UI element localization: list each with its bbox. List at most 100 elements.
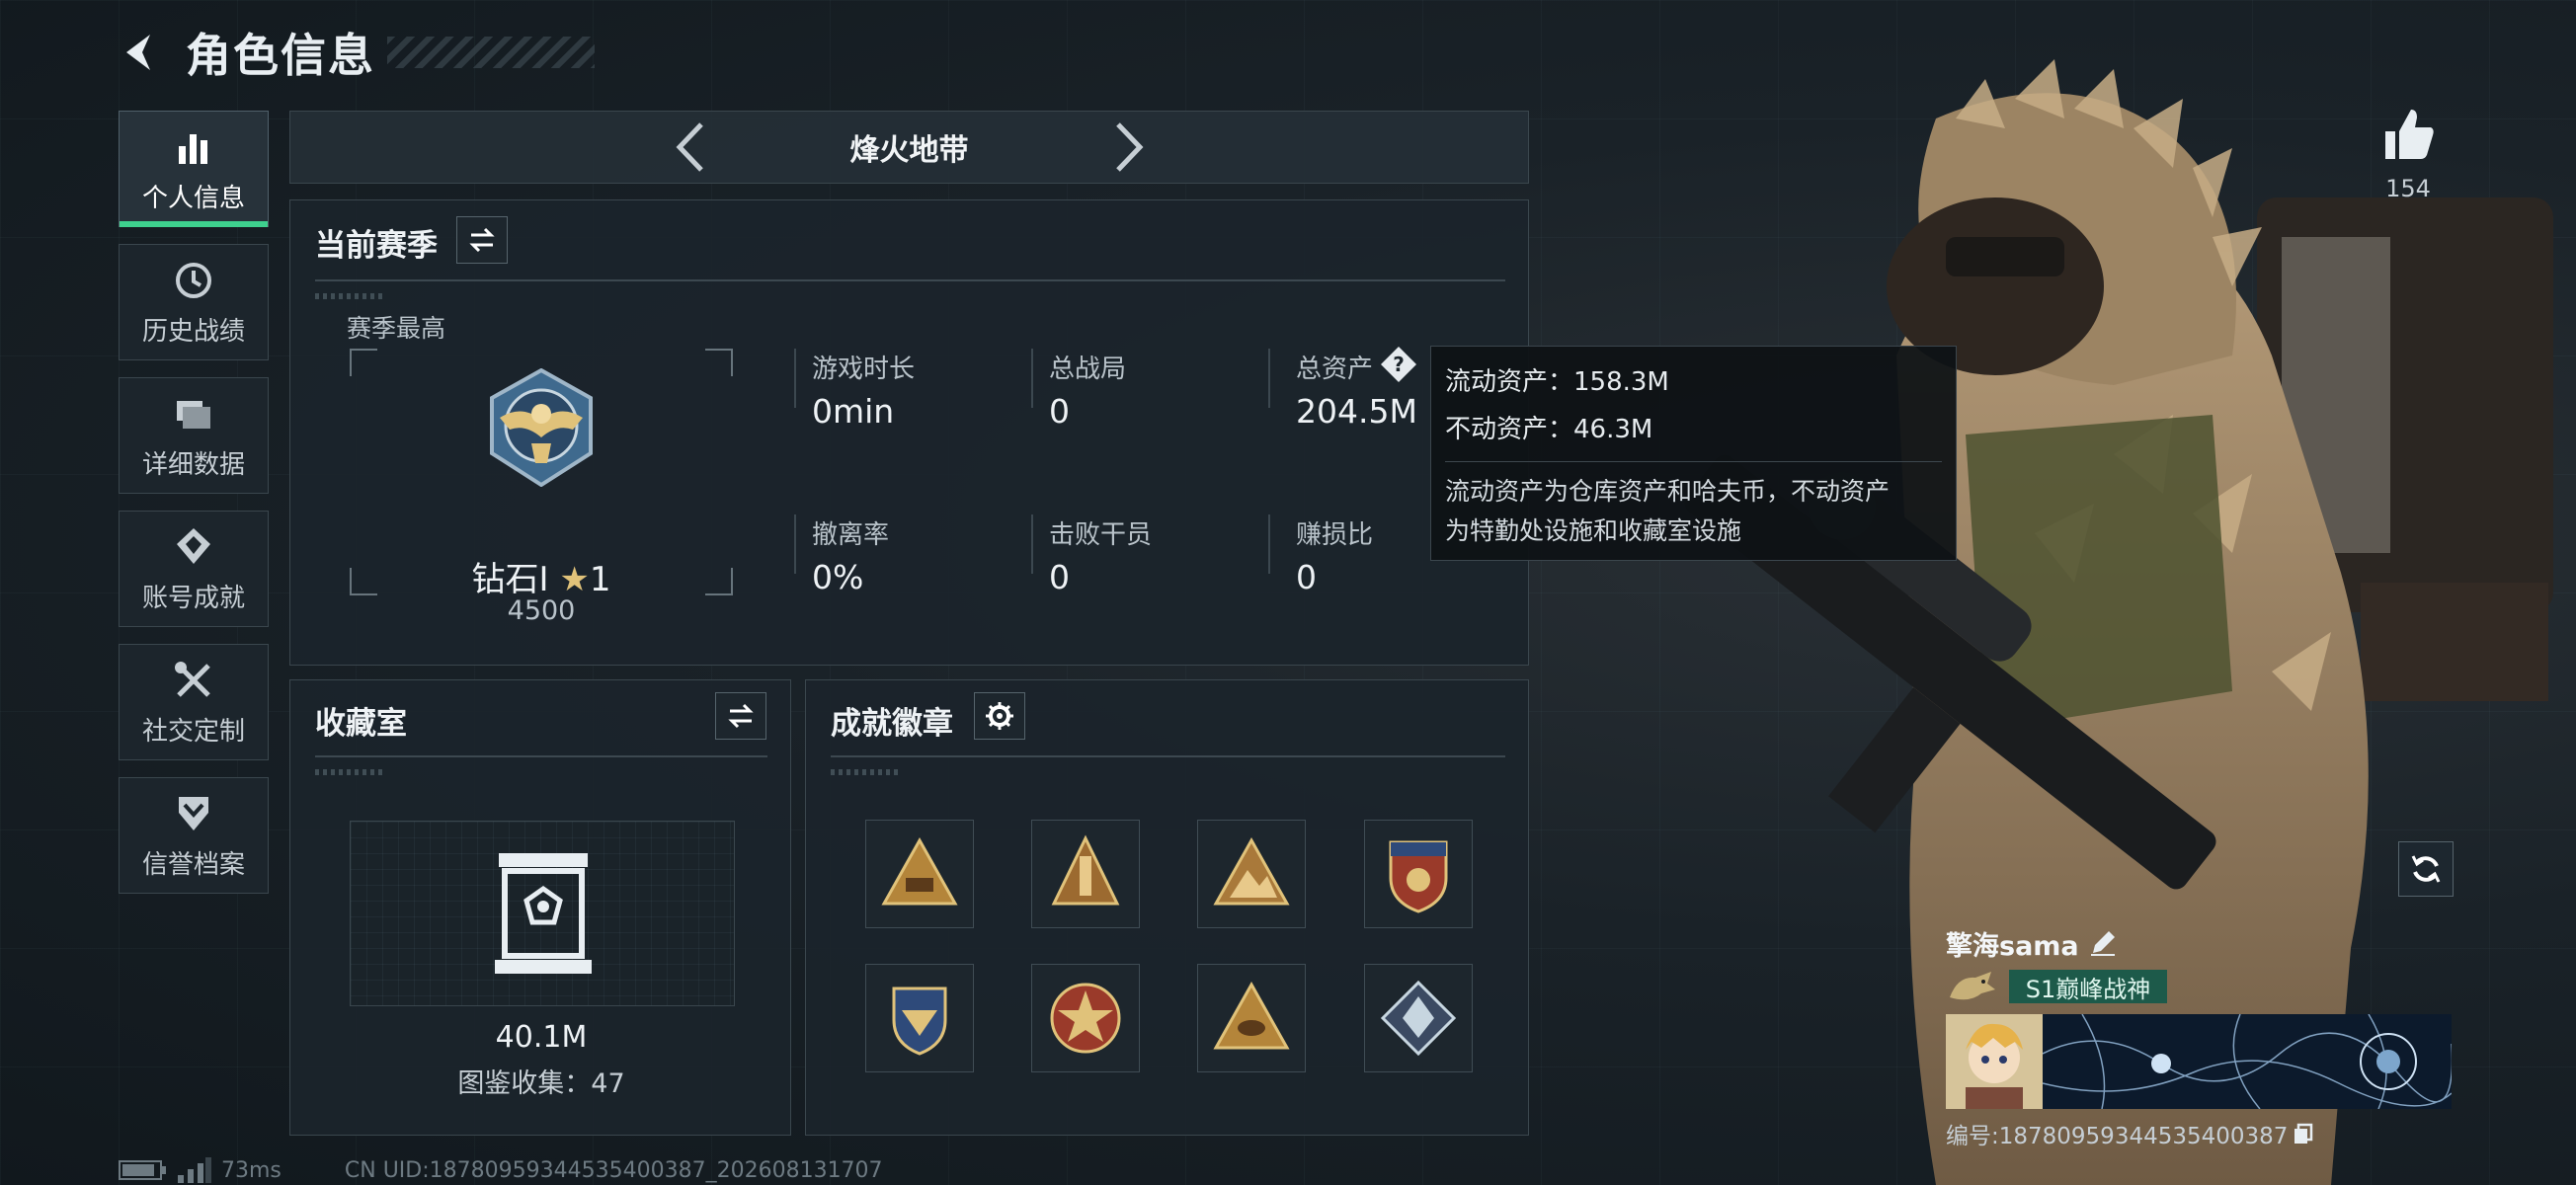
rank-name-row: 钻石I ★1	[350, 552, 733, 600]
assets-tooltip: 流动资产：158.3M 不动资产：46.3M 流动资产为仓库资产和哈夫币，不动资…	[1430, 346, 1957, 561]
season-title: 当前赛季	[315, 228, 438, 264]
bar-chart-icon	[179, 133, 207, 164]
tooltip-description-line1: 流动资产为仓库资产和哈夫币，不动资产	[1445, 477, 1891, 506]
badge-6[interactable]	[1031, 964, 1140, 1072]
stat-label-playtime: 游戏时长	[812, 355, 916, 384]
refresh-character-button[interactable]	[2398, 841, 2454, 897]
tower-badge-icon	[1051, 834, 1120, 906]
edit-pencil-icon[interactable]	[2089, 929, 2117, 957]
badge-4[interactable]	[1364, 820, 1473, 928]
sidebar: 个人信息 历史战绩 详细数据 账号成就 社交定制 信誉档案	[119, 111, 269, 910]
badge-5[interactable]	[865, 964, 974, 1072]
divider	[831, 755, 1505, 757]
tools-icon	[175, 661, 210, 697]
refresh-icon	[2411, 855, 2441, 883]
pyramid-badge-icon	[881, 836, 958, 906]
sidebar-item-detailed-data[interactable]: 详细数据	[119, 377, 269, 494]
tooltip-liquid-assets: 流动资产：158.3M	[1445, 367, 1669, 397]
folder-stack-icon	[177, 400, 210, 429]
shield-chevron-icon	[179, 796, 208, 830]
footer-uid: CN UID:18780959344535400387_202608131707	[344, 1157, 883, 1183]
title-decoration	[387, 37, 595, 68]
sidebar-item-history[interactable]: 历史战绩	[119, 244, 269, 360]
stat-value-total-assets: 204.5M	[1296, 392, 1417, 431]
divider	[315, 755, 767, 757]
season-switch-button[interactable]	[456, 216, 508, 264]
profile-banner	[1946, 1014, 2452, 1109]
page-title: 角色信息	[186, 29, 375, 82]
badge-7[interactable]	[1197, 964, 1306, 1072]
swap-icon	[469, 227, 495, 253]
sidebar-item-label: 详细数据	[141, 449, 245, 480]
like-widget[interactable]: 154	[2371, 104, 2446, 202]
copy-icon[interactable]	[2292, 1122, 2315, 1146]
season-best-label: 赛季最高	[347, 314, 446, 343]
svg-text:?: ?	[1393, 353, 1405, 376]
page-header: 角色信息	[117, 18, 595, 87]
sidebar-item-credit[interactable]: 信誉档案	[119, 777, 269, 894]
star-medal-badge-icon	[1050, 983, 1121, 1054]
current-season-panel: 当前赛季 赛季最高 钻石I ★1 4500 游戏时长 0min 总战局 0 总资…	[289, 199, 1529, 666]
decoration-dots	[831, 769, 900, 775]
stat-value-profit-loss-ratio: 0	[1296, 558, 1317, 596]
mode-selector: 烽火地带	[289, 111, 1529, 184]
swap-icon	[728, 703, 754, 729]
stat-label-total-assets: 总资产	[1296, 355, 1374, 384]
thumbs-up-icon[interactable]	[2377, 104, 2439, 165]
collection-switch-button[interactable]	[715, 692, 766, 740]
stat-label-profit-loss-ratio: 赚损比	[1296, 520, 1374, 550]
badge-1[interactable]	[865, 820, 974, 928]
collection-count: 图鉴收集：47	[457, 1068, 625, 1099]
sidebar-item-label: 历史战绩	[141, 316, 245, 347]
player-avatar[interactable]	[1946, 1014, 2043, 1109]
collection-display	[350, 821, 735, 1006]
status-footer: 73ms CN UID:18780959344535400387_2026081…	[119, 1157, 883, 1183]
diamond-rank-emblem-icon	[490, 368, 593, 487]
chevron-right-icon[interactable]	[1112, 120, 1148, 174]
mode-name: 烽火地带	[849, 133, 969, 168]
star-icon: ★	[559, 560, 590, 599]
badge-2[interactable]	[1031, 820, 1140, 928]
rank-stars: 1	[589, 560, 611, 599]
player-title-tag: S1巅峰战神	[2009, 970, 2167, 1003]
stat-value-extract-rate: 0%	[812, 558, 864, 596]
tooltip-fixed-assets: 不动资产：46.3M	[1445, 415, 1653, 444]
shield-star-badge-icon	[1389, 840, 1448, 913]
chevron-left-icon[interactable]	[672, 120, 707, 174]
latency-readout: 73ms	[221, 1157, 282, 1183]
diamond-badge-icon	[1380, 980, 1457, 1057]
display-case-icon	[495, 853, 592, 974]
sidebar-item-label: 信誉档案	[141, 849, 245, 880]
stat-value-total-matches: 0	[1049, 392, 1070, 431]
help-icon[interactable]: ?	[1379, 345, 1418, 384]
badges-title: 成就徽章	[831, 706, 953, 742]
sidebar-item-label: 账号成就	[141, 583, 245, 613]
neural-banner-art	[2043, 1014, 2452, 1109]
stat-value-playtime: 0min	[812, 392, 895, 431]
sidebar-item-achievements[interactable]: 账号成就	[119, 511, 269, 627]
gear-icon	[986, 702, 1013, 730]
sidebar-item-label: 社交定制	[141, 716, 245, 747]
sidebar-item-social-custom[interactable]: 社交定制	[119, 644, 269, 760]
achievement-badges-panel: 成就徽章	[805, 679, 1529, 1136]
signal-icon	[178, 1157, 211, 1183]
collection-title: 收藏室	[315, 706, 407, 742]
title-dino-icon	[1950, 972, 1995, 1000]
badges-settings-button[interactable]	[974, 692, 1025, 740]
mountain-badge-icon	[1213, 836, 1290, 906]
like-count: 154	[2385, 175, 2431, 202]
badge-3[interactable]	[1197, 820, 1306, 928]
sidebar-item-label: 个人信息	[141, 183, 245, 213]
stat-value-operators-defeated: 0	[1049, 558, 1070, 596]
rank-score: 4500	[507, 595, 576, 626]
decoration-dots	[315, 769, 384, 775]
badge-8[interactable]	[1364, 964, 1473, 1072]
stat-label-total-matches: 总战局	[1049, 355, 1127, 384]
back-arrow-icon[interactable]	[117, 29, 164, 76]
medal-icon	[177, 527, 210, 564]
player-name: 擎海sama	[1946, 930, 2079, 962]
sidebar-item-personal-info[interactable]: 个人信息	[119, 111, 269, 227]
collection-room-panel[interactable]: 收藏室 40.1M 图鉴收集：47	[289, 679, 791, 1136]
eye-triangle-badge-icon	[1213, 981, 1290, 1050]
stat-label-operators-defeated: 击败干员	[1049, 520, 1153, 550]
